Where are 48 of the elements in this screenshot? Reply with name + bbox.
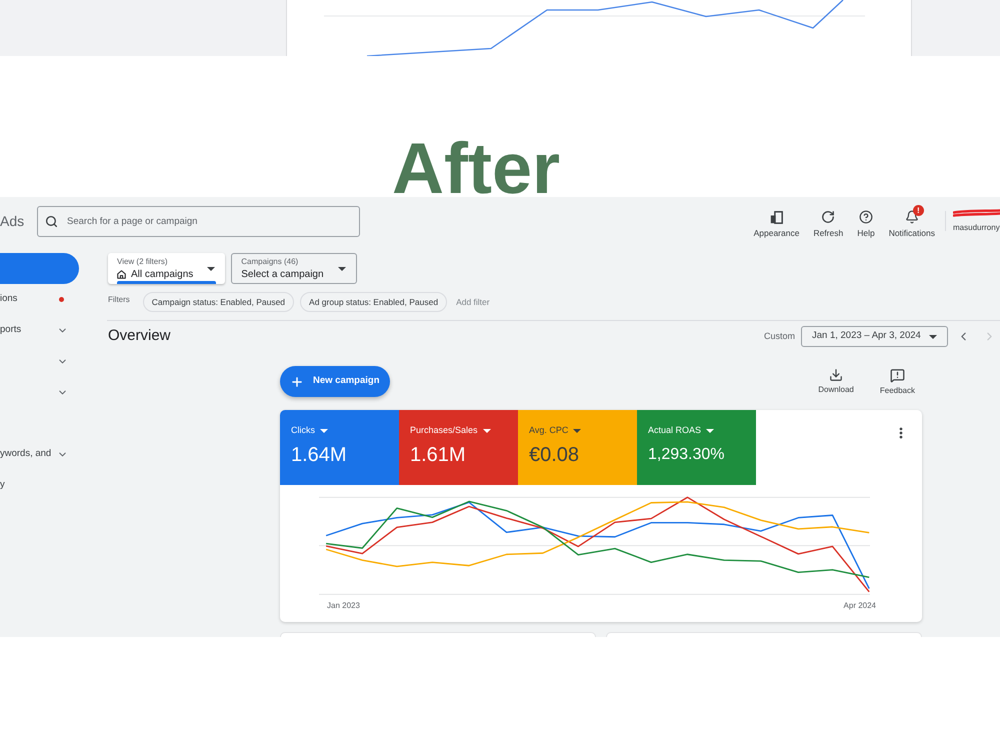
metric-tile[interactable]: Clicks 1.64M — [280, 410, 399, 485]
caret-icon — [706, 428, 714, 432]
refresh-button[interactable]: Refresh — [810, 210, 846, 238]
range-label: Custom — [764, 330, 795, 343]
feedback-icon — [890, 368, 905, 383]
new-campaign-button[interactable]: New campaign — [280, 366, 390, 397]
caret-icon — [573, 428, 582, 432]
home-icon — [117, 270, 126, 279]
download-button[interactable]: Download — [818, 368, 854, 396]
axis-label: Apr 2024 — [844, 601, 876, 611]
filter-chip[interactable]: Ad group status: Enabled, Paused — [300, 292, 448, 312]
bell-icon — [904, 210, 919, 224]
layout-icon — [770, 210, 784, 224]
caret-icon — [338, 266, 346, 270]
plus-icon — [290, 374, 304, 388]
search-icon — [45, 214, 58, 228]
filter-chip[interactable]: Campaign status: Enabled, Paused — [142, 292, 294, 312]
metric-tile[interactable]: Purchases/Sales 1.61M — [399, 410, 518, 485]
appearance-button[interactable]: Appearance — [750, 210, 802, 238]
nav-item[interactable]: ports — [0, 315, 70, 346]
nav-item[interactable]: ywords, and — [0, 439, 70, 470]
logo-text: Ads — [0, 214, 26, 228]
help-icon — [858, 210, 873, 224]
caret-icon — [207, 266, 216, 270]
primary-button[interactable] — [0, 253, 79, 284]
caret-icon — [929, 334, 937, 338]
caret-icon — [482, 428, 491, 432]
nav-item[interactable]: y — [0, 470, 70, 501]
help-button[interactable]: Help — [854, 210, 878, 238]
search-field[interactable]: Search for a page or campaign — [37, 206, 360, 236]
download-icon — [829, 368, 844, 382]
campaign-selector[interactable]: Campaigns (46) Select a campaign — [231, 253, 357, 284]
date-range-dropdown[interactable]: Jan 1, 2023 – Apr 3, 2024 — [801, 326, 948, 347]
feedback-button[interactable]: Feedback — [880, 368, 915, 396]
overview-title: Overview — [108, 326, 171, 346]
metric-tile[interactable]: Actual ROAS 1,293.30% — [637, 410, 756, 485]
page-heading: After — [392, 141, 560, 197]
refresh-icon — [821, 210, 836, 224]
notifications-button[interactable]: ! Notifications — [886, 204, 938, 238]
filters-label: Filters — [108, 294, 130, 306]
scribble-icon — [953, 209, 1000, 218]
account-name[interactable]: masudurrony — [953, 223, 1000, 233]
notification-badge: ! — [912, 204, 924, 216]
metric-tile[interactable]: Avg. CPC €0.08 — [518, 410, 637, 485]
axis-label: Jan 2023 — [327, 601, 360, 611]
view-selector[interactable]: View (2 filters) All campaigns — [108, 253, 226, 284]
nav-item[interactable]: ions — [0, 284, 70, 315]
caret-icon — [320, 428, 328, 432]
